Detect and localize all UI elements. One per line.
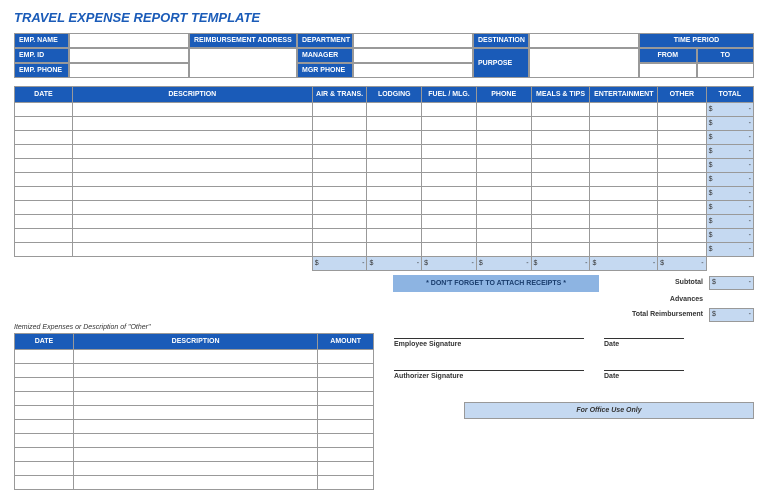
- table-row[interactable]: [15, 434, 374, 448]
- col-description: DESCRIPTION: [72, 87, 312, 103]
- table-row[interactable]: $-: [15, 173, 754, 187]
- col-other: OTHER: [658, 87, 706, 103]
- authorizer-signature-label: Authorizer Signature: [394, 370, 584, 380]
- expense-table: DATE DESCRIPTION AIR & TRANS. LODGING FU…: [14, 86, 754, 271]
- table-row[interactable]: [15, 420, 374, 434]
- table-row[interactable]: $-: [15, 229, 754, 243]
- emp-id-value[interactable]: [69, 48, 189, 63]
- table-row[interactable]: $-: [15, 131, 754, 145]
- col-phone: PHONE: [476, 87, 531, 103]
- table-row[interactable]: $-: [15, 243, 754, 257]
- emp-id-label: EMP. ID: [14, 48, 69, 63]
- table-row[interactable]: [15, 406, 374, 420]
- advances-label: Advances: [599, 296, 709, 303]
- purpose-value[interactable]: [529, 48, 639, 78]
- table-row[interactable]: $-: [15, 145, 754, 159]
- signatures-section: Employee Signature Date Authorizer Signa…: [394, 324, 754, 490]
- destination-label: DESTINATION: [473, 33, 529, 48]
- employee-date-label: Date: [604, 338, 684, 348]
- reimb-addr-label: REIMBURSEMENT ADDRESS: [189, 33, 297, 48]
- employee-info-grid: EMP. NAME EMP. ID EMP. PHONE REIMBURSEME…: [14, 33, 754, 78]
- purpose-label: PURPOSE: [473, 48, 529, 78]
- table-row[interactable]: $-: [15, 201, 754, 215]
- itemized-section: Itemized Expenses or Description of "Oth…: [14, 324, 374, 490]
- itemized-col-date: DATE: [15, 334, 74, 350]
- itemized-col-amount: AMOUNT: [318, 334, 374, 350]
- col-lodging: LODGING: [367, 87, 422, 103]
- itemized-title: Itemized Expenses or Description of "Oth…: [14, 324, 374, 331]
- table-row[interactable]: $-: [15, 159, 754, 173]
- reimb-addr-value[interactable]: [189, 48, 297, 78]
- col-air-trans: AIR & TRANS.: [312, 87, 367, 103]
- time-period-label: TIME PERIOD: [639, 33, 754, 48]
- from-label: FROM: [639, 48, 697, 63]
- table-row[interactable]: [15, 462, 374, 476]
- total-reimb-label: Total Reimbursement: [599, 311, 709, 318]
- table-row[interactable]: [15, 476, 374, 490]
- authorizer-date-label: Date: [604, 370, 684, 380]
- emp-phone-value[interactable]: [69, 63, 189, 78]
- table-row[interactable]: $-: [15, 187, 754, 201]
- employee-signature-label: Employee Signature: [394, 338, 584, 348]
- itemized-table: DATE DESCRIPTION AMOUNT: [14, 333, 374, 490]
- total-reimb-value: $-: [709, 308, 754, 322]
- col-date: DATE: [15, 87, 73, 103]
- col-fuel-mlg: FUEL / MLG.: [422, 87, 477, 103]
- subtotal-label: Subtotal: [599, 279, 709, 286]
- to-value[interactable]: [697, 63, 755, 78]
- table-row[interactable]: [15, 392, 374, 406]
- to-label: TO: [697, 48, 755, 63]
- office-use-box: For Office Use Only: [464, 402, 754, 419]
- subtotal-value: $-: [709, 276, 754, 290]
- table-row[interactable]: $-: [15, 215, 754, 229]
- itemized-col-description: DESCRIPTION: [73, 334, 317, 350]
- emp-name-label: EMP. NAME: [14, 33, 69, 48]
- dept-label: DEPARTMENT: [297, 33, 353, 48]
- col-entertainment: ENTERTAINMENT: [590, 87, 658, 103]
- page-title: TRAVEL EXPENSE REPORT TEMPLATE: [14, 10, 754, 25]
- manager-label: MANAGER: [297, 48, 353, 63]
- mgr-phone-value[interactable]: [353, 63, 473, 78]
- from-value[interactable]: [639, 63, 697, 78]
- advances-value[interactable]: [709, 293, 754, 307]
- reminder-note: * DON'T FORGET TO ATTACH RECEIPTS *: [393, 275, 599, 292]
- table-row[interactable]: [15, 350, 374, 364]
- col-total: TOTAL: [706, 87, 753, 103]
- table-row[interactable]: $-: [15, 103, 754, 117]
- table-row[interactable]: [15, 448, 374, 462]
- destination-value[interactable]: [529, 33, 639, 48]
- table-row[interactable]: $-: [15, 117, 754, 131]
- mgr-phone-label: MGR PHONE: [297, 63, 353, 78]
- emp-phone-label: EMP. PHONE: [14, 63, 69, 78]
- manager-value[interactable]: [353, 48, 473, 63]
- sum-row: $- $- $- $- $- $- $-: [15, 257, 754, 271]
- col-meals-tips: MEALS & TIPS: [531, 87, 590, 103]
- dept-value[interactable]: [353, 33, 473, 48]
- table-row[interactable]: [15, 364, 374, 378]
- emp-name-value[interactable]: [69, 33, 189, 48]
- table-row[interactable]: [15, 378, 374, 392]
